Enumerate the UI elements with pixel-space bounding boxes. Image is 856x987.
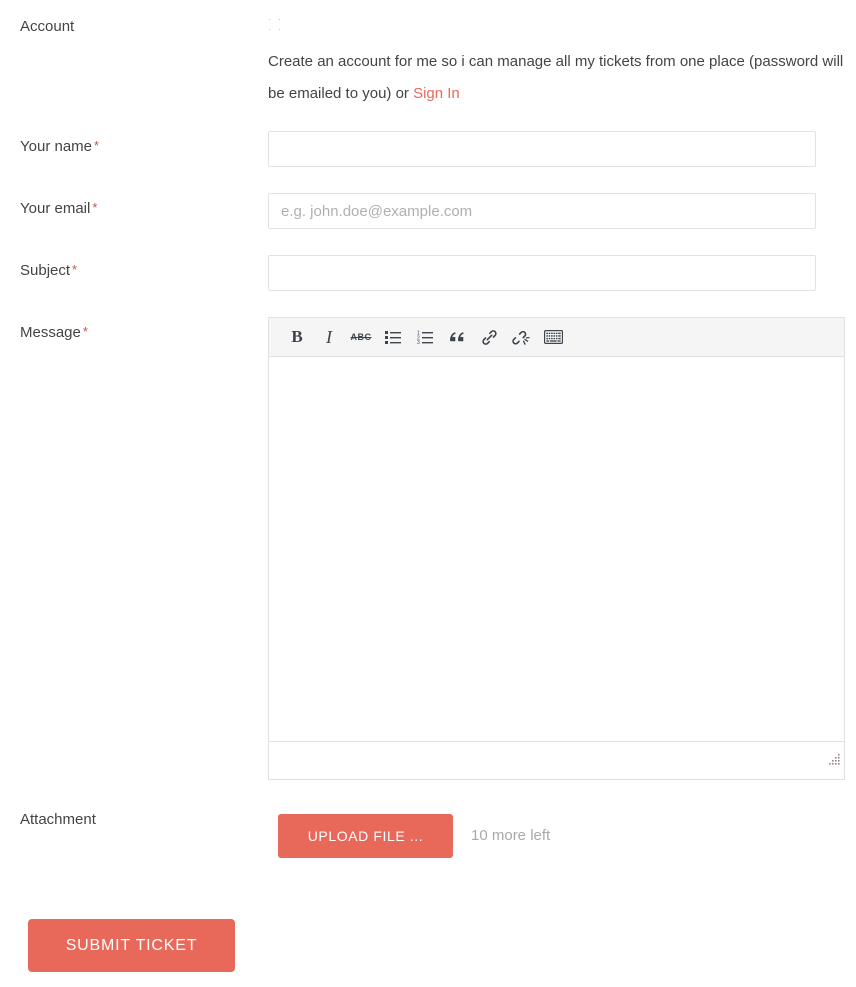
account-description: Create an account for me so i can manage… <box>268 46 846 110</box>
your-email-input[interactable] <box>268 193 816 229</box>
submit-ticket-button[interactable]: SUBMIT TICKET <box>28 919 235 972</box>
upload-file-button[interactable]: UPLOAD FILE ... <box>278 814 453 858</box>
ordered-list-icon[interactable]: 1 2 3 <box>409 323 441 351</box>
your-name-input[interactable] <box>268 131 816 167</box>
support-ticket-form: Account Create an account for me so i ca… <box>0 0 856 987</box>
strikethrough-icon[interactable]: ABC <box>345 323 377 351</box>
unordered-list-icon[interactable] <box>377 323 409 351</box>
message-editor-body[interactable] <box>269 357 844 741</box>
blockquote-icon[interactable] <box>441 323 473 351</box>
svg-text:3: 3 <box>417 340 420 344</box>
sign-in-link[interactable]: Sign In <box>413 85 460 102</box>
required-marker: * <box>94 138 100 153</box>
your-email-label: Your email * <box>20 199 97 219</box>
bold-icon[interactable]: B <box>281 323 313 351</box>
your-email-label-text: Your email <box>20 200 91 217</box>
link-icon[interactable] <box>473 323 505 351</box>
account-label: Account <box>20 18 75 35</box>
editor-toolbar: B I ABC 1 2 3 <box>269 318 844 357</box>
create-account-checkbox[interactable] <box>268 18 281 31</box>
upload-remaining-hint: 10 more left <box>471 827 551 844</box>
subject-label: Subject * <box>20 261 77 281</box>
your-name-label-text: Your name <box>20 138 92 155</box>
message-label: Message * <box>20 323 88 343</box>
editor-statusbar <box>269 741 844 766</box>
subject-label-text: Subject <box>20 262 71 279</box>
required-marker: * <box>92 200 98 215</box>
message-label-text: Message <box>20 324 81 341</box>
toggle-toolbar-icon[interactable] <box>537 323 569 351</box>
subject-input[interactable] <box>268 255 816 291</box>
your-name-label: Your name * <box>20 137 99 157</box>
message-rich-text-editor: B I ABC 1 2 3 <box>268 317 845 780</box>
attachment-label: Attachment <box>20 811 96 828</box>
required-marker: * <box>72 262 78 277</box>
italic-icon[interactable]: I <box>313 323 345 351</box>
account-description-text: Create an account for me so i can manage… <box>268 53 844 102</box>
editor-resize-handle[interactable] <box>829 752 841 765</box>
required-marker: * <box>82 324 88 339</box>
unlink-icon[interactable] <box>505 323 537 351</box>
